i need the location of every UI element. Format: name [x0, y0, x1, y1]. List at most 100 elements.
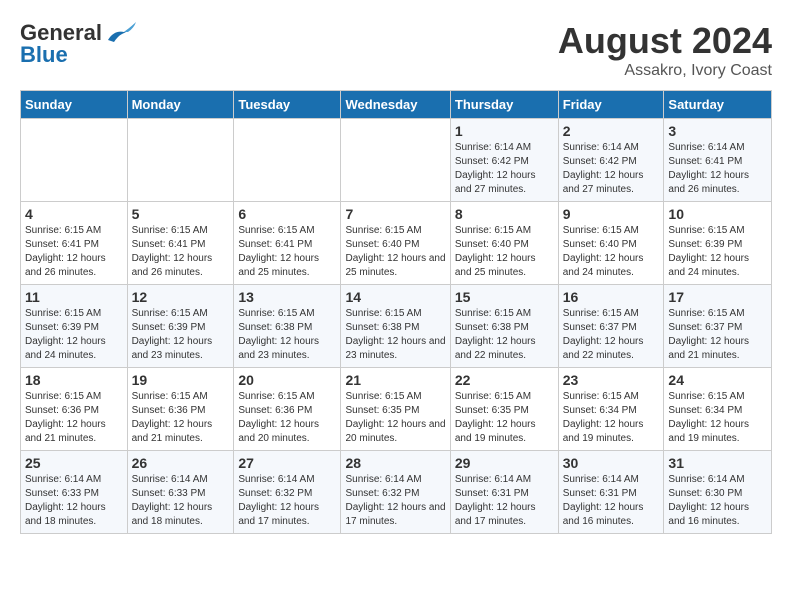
- week-row-2: 4 Sunrise: 6:15 AM Sunset: 6:41 PM Daylig…: [21, 202, 772, 285]
- calendar-cell: 22 Sunrise: 6:15 AM Sunset: 6:35 PM Dayli…: [450, 368, 558, 451]
- day-number: 28: [345, 455, 445, 471]
- calendar-cell: 12 Sunrise: 6:15 AM Sunset: 6:39 PM Dayli…: [127, 285, 234, 368]
- day-number: 5: [132, 206, 230, 222]
- day-info: Sunrise: 6:14 AM Sunset: 6:41 PM Dayligh…: [668, 141, 767, 197]
- calendar-cell: 3 Sunrise: 6:14 AM Sunset: 6:41 PM Daylig…: [664, 119, 772, 202]
- calendar-cell: 26 Sunrise: 6:14 AM Sunset: 6:33 PM Dayli…: [127, 451, 234, 534]
- day-number: 14: [345, 289, 445, 305]
- day-number: 29: [455, 455, 554, 471]
- day-number: 16: [563, 289, 660, 305]
- day-info: Sunrise: 6:15 AM Sunset: 6:40 PM Dayligh…: [345, 224, 445, 280]
- day-number: 23: [563, 372, 660, 388]
- day-number: 18: [25, 372, 123, 388]
- calendar-cell: 29 Sunrise: 6:14 AM Sunset: 6:31 PM Dayli…: [450, 451, 558, 534]
- day-number: 19: [132, 372, 230, 388]
- day-info: Sunrise: 6:14 AM Sunset: 6:33 PM Dayligh…: [25, 473, 123, 529]
- day-info: Sunrise: 6:14 AM Sunset: 6:42 PM Dayligh…: [563, 141, 660, 197]
- day-info: Sunrise: 6:14 AM Sunset: 6:32 PM Dayligh…: [345, 473, 445, 529]
- day-info: Sunrise: 6:15 AM Sunset: 6:39 PM Dayligh…: [132, 307, 230, 363]
- week-row-1: 1Sunrise: 6:14 AM Sunset: 6:42 PM Daylig…: [21, 119, 772, 202]
- calendar-cell: 7Sunrise: 6:15 AM Sunset: 6:40 PM Daylig…: [341, 202, 450, 285]
- day-info: Sunrise: 6:14 AM Sunset: 6:42 PM Dayligh…: [455, 141, 554, 197]
- day-number: 21: [345, 372, 445, 388]
- calendar-cell: 20Sunrise: 6:15 AM Sunset: 6:36 PM Dayli…: [234, 368, 341, 451]
- calendar-cell: 21 Sunrise: 6:15 AM Sunset: 6:35 PM Dayli…: [341, 368, 450, 451]
- calendar-cell: 16 Sunrise: 6:15 AM Sunset: 6:37 PM Dayli…: [558, 285, 664, 368]
- calendar-cell: 10Sunrise: 6:15 AM Sunset: 6:39 PM Dayli…: [664, 202, 772, 285]
- day-number: 12: [132, 289, 230, 305]
- day-number: 9: [563, 206, 660, 222]
- day-number: 4: [25, 206, 123, 222]
- day-info: Sunrise: 6:14 AM Sunset: 6:30 PM Dayligh…: [668, 473, 767, 529]
- calendar-cell: [341, 119, 450, 202]
- calendar-cell: 8Sunrise: 6:15 AM Sunset: 6:40 PM Daylig…: [450, 202, 558, 285]
- calendar-cell: 31 Sunrise: 6:14 AM Sunset: 6:30 PM Dayli…: [664, 451, 772, 534]
- day-number: 11: [25, 289, 123, 305]
- day-number: 24: [668, 372, 767, 388]
- calendar-body: 1Sunrise: 6:14 AM Sunset: 6:42 PM Daylig…: [21, 119, 772, 534]
- calendar-cell: 14 Sunrise: 6:15 AM Sunset: 6:38 PM Dayli…: [341, 285, 450, 368]
- calendar-cell: 28 Sunrise: 6:14 AM Sunset: 6:32 PM Dayli…: [341, 451, 450, 534]
- day-number: 6: [238, 206, 336, 222]
- day-number: 30: [563, 455, 660, 471]
- title-block: August 2024 Assakro, Ivory Coast: [558, 20, 772, 80]
- main-title: August 2024: [558, 20, 772, 62]
- calendar-cell: 24 Sunrise: 6:15 AM Sunset: 6:34 PM Dayli…: [664, 368, 772, 451]
- day-info: Sunrise: 6:14 AM Sunset: 6:31 PM Dayligh…: [455, 473, 554, 529]
- day-info: Sunrise: 6:15 AM Sunset: 6:36 PM Dayligh…: [132, 390, 230, 446]
- day-info: Sunrise: 6:15 AM Sunset: 6:40 PM Dayligh…: [563, 224, 660, 280]
- header-row: SundayMondayTuesdayWednesdayThursdayFrid…: [21, 91, 772, 119]
- calendar-table: SundayMondayTuesdayWednesdayThursdayFrid…: [20, 90, 772, 534]
- calendar-cell: [234, 119, 341, 202]
- week-row-4: 18 Sunrise: 6:15 AM Sunset: 6:36 PM Dayli…: [21, 368, 772, 451]
- calendar-cell: 5 Sunrise: 6:15 AM Sunset: 6:41 PM Daylig…: [127, 202, 234, 285]
- day-info: Sunrise: 6:15 AM Sunset: 6:38 PM Dayligh…: [345, 307, 445, 363]
- calendar-cell: 2 Sunrise: 6:14 AM Sunset: 6:42 PM Daylig…: [558, 119, 664, 202]
- day-info: Sunrise: 6:15 AM Sunset: 6:37 PM Dayligh…: [668, 307, 767, 363]
- calendar-cell: 30 Sunrise: 6:14 AM Sunset: 6:31 PM Dayli…: [558, 451, 664, 534]
- calendar-cell: 1Sunrise: 6:14 AM Sunset: 6:42 PM Daylig…: [450, 119, 558, 202]
- calendar-cell: 23 Sunrise: 6:15 AM Sunset: 6:34 PM Dayli…: [558, 368, 664, 451]
- header-day-wednesday: Wednesday: [341, 91, 450, 119]
- day-info: Sunrise: 6:15 AM Sunset: 6:34 PM Dayligh…: [563, 390, 660, 446]
- day-info: Sunrise: 6:15 AM Sunset: 6:35 PM Dayligh…: [455, 390, 554, 446]
- calendar-cell: 6 Sunrise: 6:15 AM Sunset: 6:41 PM Daylig…: [234, 202, 341, 285]
- calendar-cell: 13Sunrise: 6:15 AM Sunset: 6:38 PM Dayli…: [234, 285, 341, 368]
- day-number: 15: [455, 289, 554, 305]
- day-info: Sunrise: 6:15 AM Sunset: 6:41 PM Dayligh…: [132, 224, 230, 280]
- day-info: Sunrise: 6:14 AM Sunset: 6:33 PM Dayligh…: [132, 473, 230, 529]
- calendar-cell: 17 Sunrise: 6:15 AM Sunset: 6:37 PM Dayli…: [664, 285, 772, 368]
- day-info: Sunrise: 6:15 AM Sunset: 6:35 PM Dayligh…: [345, 390, 445, 446]
- day-number: 3: [668, 123, 767, 139]
- day-number: 31: [668, 455, 767, 471]
- calendar-cell: 15 Sunrise: 6:15 AM Sunset: 6:38 PM Dayli…: [450, 285, 558, 368]
- day-info: Sunrise: 6:15 AM Sunset: 6:34 PM Dayligh…: [668, 390, 767, 446]
- header-day-thursday: Thursday: [450, 91, 558, 119]
- header-day-monday: Monday: [127, 91, 234, 119]
- day-number: 27: [238, 455, 336, 471]
- calendar-cell: 4 Sunrise: 6:15 AM Sunset: 6:41 PM Daylig…: [21, 202, 128, 285]
- day-info: Sunrise: 6:15 AM Sunset: 6:37 PM Dayligh…: [563, 307, 660, 363]
- header-day-friday: Friday: [558, 91, 664, 119]
- day-number: 26: [132, 455, 230, 471]
- day-info: Sunrise: 6:15 AM Sunset: 6:38 PM Dayligh…: [238, 307, 336, 363]
- header-day-tuesday: Tuesday: [234, 91, 341, 119]
- calendar-cell: 19 Sunrise: 6:15 AM Sunset: 6:36 PM Dayli…: [127, 368, 234, 451]
- day-info: Sunrise: 6:15 AM Sunset: 6:36 PM Dayligh…: [25, 390, 123, 446]
- day-info: Sunrise: 6:15 AM Sunset: 6:41 PM Dayligh…: [25, 224, 123, 280]
- day-info: Sunrise: 6:15 AM Sunset: 6:39 PM Dayligh…: [25, 307, 123, 363]
- sub-title: Assakro, Ivory Coast: [558, 62, 772, 80]
- day-info: Sunrise: 6:15 AM Sunset: 6:40 PM Dayligh…: [455, 224, 554, 280]
- day-info: Sunrise: 6:14 AM Sunset: 6:31 PM Dayligh…: [563, 473, 660, 529]
- day-info: Sunrise: 6:15 AM Sunset: 6:41 PM Dayligh…: [238, 224, 336, 280]
- calendar-cell: [127, 119, 234, 202]
- day-number: 25: [25, 455, 123, 471]
- week-row-3: 11 Sunrise: 6:15 AM Sunset: 6:39 PM Dayli…: [21, 285, 772, 368]
- calendar-cell: 9 Sunrise: 6:15 AM Sunset: 6:40 PM Daylig…: [558, 202, 664, 285]
- logo-bird-icon: [104, 22, 136, 44]
- day-number: 17: [668, 289, 767, 305]
- day-info: Sunrise: 6:15 AM Sunset: 6:38 PM Dayligh…: [455, 307, 554, 363]
- day-number: 22: [455, 372, 554, 388]
- day-number: 2: [563, 123, 660, 139]
- day-info: Sunrise: 6:14 AM Sunset: 6:32 PM Dayligh…: [238, 473, 336, 529]
